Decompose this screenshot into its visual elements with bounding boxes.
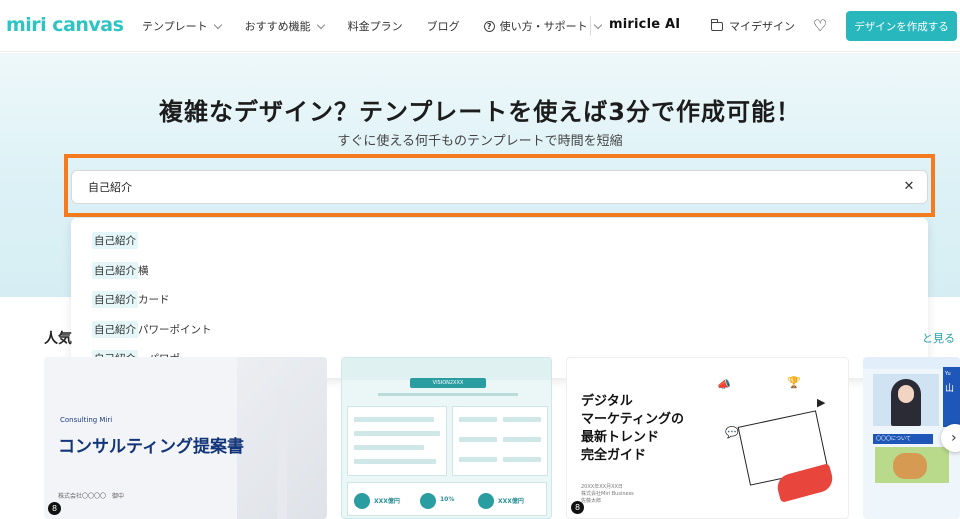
page-count-badge: 8 <box>48 502 61 515</box>
text-line <box>354 431 440 436</box>
top-nav: miri canvas テンプレート おすすめ機能 料金プラン ブログ ? 使い… <box>0 0 960 52</box>
miricle-ai-link[interactable]: miricle AI <box>609 17 680 32</box>
chevron-down-icon <box>213 20 222 29</box>
card-title-line: マーケティングの <box>581 412 684 427</box>
template-card-vision[interactable]: VISION2XXX XXX億円 10% XXX億円 <box>341 357 552 519</box>
card-company-label: Consulting Miri <box>60 416 113 424</box>
heart-icon[interactable]: ♡ <box>813 16 827 35</box>
page: miri canvas テンプレート おすすめ機能 料金プラン ブログ ? 使い… <box>0 0 960 519</box>
text-line <box>354 445 424 450</box>
text-line <box>354 417 434 422</box>
search-input[interactable] <box>88 171 868 203</box>
card-title-line: 完全ガイド <box>581 448 647 463</box>
megaphone-icon: 📣 <box>717 378 731 391</box>
stat-value: XXX億円 <box>374 498 400 505</box>
card-title: コンサルティング提案書 <box>58 437 244 457</box>
card-footer-line: 20XX年XX月XX日 <box>581 484 623 490</box>
card-footer-line: 株式会社Miri Business <box>581 491 634 497</box>
nav-pricing-label: 料金プラン <box>347 20 403 33</box>
nav-blog-label: ブログ <box>426 20 460 33</box>
dog-figure <box>893 453 927 479</box>
nav-features-label: おすすめ機能 <box>244 20 311 33</box>
create-design-button[interactable]: デザインを作成する <box>846 11 957 41</box>
header-divider <box>590 16 591 36</box>
see-more-link[interactable]: と見る <box>922 330 955 346</box>
help-icon: ? <box>483 20 495 32</box>
trophy-icon: 🏆 <box>787 376 801 389</box>
my-design-link[interactable]: マイデザイン <box>710 18 795 34</box>
nav-pricing[interactable]: 料金プラン <box>348 18 403 34</box>
hero-title: 複雑なデザイン？テンプレートを使えば3分で作成可能！ <box>159 98 801 126</box>
portrait-face <box>898 385 914 403</box>
text-line <box>503 417 541 422</box>
card-footer: 株式会社〇〇〇〇 御中 <box>58 493 125 500</box>
chevron-down-icon <box>316 20 325 29</box>
suggestion-item[interactable]: 自己紹介 横 <box>71 256 928 286</box>
card-title-line: 最新トレンド <box>581 430 660 445</box>
nav-blog[interactable]: ブログ <box>427 18 460 34</box>
card-title-line: デジタル <box>581 394 633 409</box>
suggestion-highlight: 自己紹介 <box>92 232 138 250</box>
popular-section-title: 人気 <box>44 331 72 347</box>
suggestion-item[interactable]: 自己紹介 パワーポイント <box>71 315 928 345</box>
name-kanji: 山 <box>945 384 955 394</box>
nav-features[interactable]: おすすめ機能 <box>244 18 325 34</box>
suggestion-rest: カード <box>138 294 170 307</box>
card-footer-line: 佐藤太郎 <box>581 498 602 504</box>
my-design-label: マイデザイン <box>729 20 795 33</box>
suggestion-highlight: 自己紹介 <box>92 261 138 279</box>
search-suggestions: 自己紹介 自己紹介 横 自己紹介カード 自己紹介パワーポイント 自己紹介 パワポ <box>71 218 928 378</box>
chevron-down-icon <box>593 20 602 29</box>
play-icon: ▶ <box>817 396 826 409</box>
nav-support[interactable]: ? 使い方・サポート <box>483 18 602 34</box>
text-line <box>459 417 497 422</box>
template-card-marketing[interactable]: デジタル マーケティングの 最新トレンド 完全ガイド 20XX年XX月XX日 株… <box>566 357 849 519</box>
card-panel <box>452 406 548 476</box>
card-subtitle-line <box>378 393 518 396</box>
suggestion-item[interactable]: 自己紹介 <box>71 226 928 256</box>
nav-templates[interactable]: テンプレート <box>142 18 222 34</box>
chat-icon: 💬 <box>725 426 739 439</box>
logo[interactable]: miri canvas <box>6 14 124 36</box>
card-footer: 20XX年XX月XX日 株式会社Miri Business 佐藤太郎 <box>581 484 634 505</box>
suggestion-rest: 横 <box>138 264 149 277</box>
suggestion-rest: パワーポイント <box>138 323 212 336</box>
text-line <box>354 459 436 464</box>
stat-value: 10% <box>440 496 455 503</box>
card-panel <box>347 406 447 476</box>
text-line <box>459 457 497 462</box>
nav-support-label: 使い方・サポート <box>499 20 588 33</box>
hero-subtitle: すぐに使える何千ものテンプレートで時間を短縮 <box>337 134 623 149</box>
suggestion-highlight: 自己紹介 <box>92 291 138 309</box>
page-count-badge: 8 <box>571 501 584 514</box>
card-stats-bar: XXX億円 10% XXX億円 <box>347 482 547 516</box>
stat-value: XXX億円 <box>498 498 524 505</box>
card-title: デジタル マーケティングの 最新トレンド 完全ガイド <box>581 393 684 465</box>
card-section-label: 〇〇〇について <box>873 434 933 444</box>
nav-templates-label: テンプレート <box>142 20 208 33</box>
suggestion-highlight: 自己紹介 <box>92 320 138 338</box>
stat-icon <box>354 493 370 509</box>
name-bar: Yu 山 <box>943 367 960 427</box>
close-icon[interactable]: ✕ <box>901 179 917 195</box>
stat-icon <box>420 493 436 509</box>
template-card-consulting[interactable]: Consulting Miri コンサルティング提案書 株式会社〇〇〇〇 御中 … <box>44 357 327 519</box>
text-line <box>459 437 497 442</box>
search-box[interactable]: ✕ <box>71 170 928 204</box>
folder-icon <box>710 18 723 31</box>
card-header-band <box>342 358 551 380</box>
card-decoration <box>277 387 287 519</box>
suggestion-item[interactable]: 自己紹介 カード <box>71 285 928 315</box>
text-line <box>503 457 541 462</box>
stat-icon <box>478 493 494 509</box>
main-nav: テンプレート おすすめ機能 料金プラン ブログ ? 使い方・サポート <box>142 0 625 52</box>
name-initial: Yu <box>945 371 951 377</box>
card-tag: VISION2XXX <box>410 378 486 388</box>
text-line <box>503 437 541 442</box>
